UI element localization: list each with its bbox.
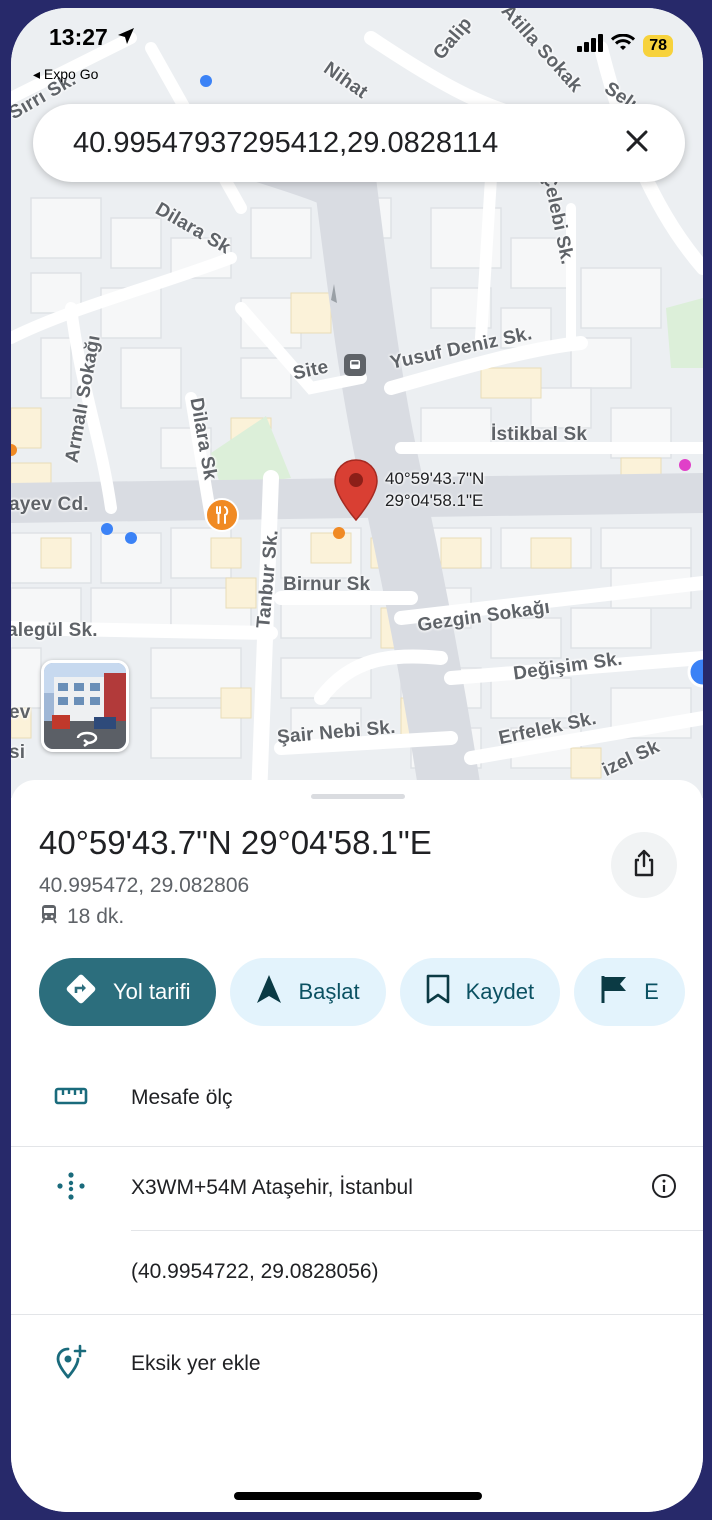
add-missing-place-label: Eksik yer ekle xyxy=(131,1352,261,1375)
search-bar[interactable]: 40.99547937295412,29.0828114 xyxy=(33,104,685,182)
divider xyxy=(11,1146,703,1147)
start-navigation-button[interactable]: Başlat xyxy=(230,958,386,1026)
street-label: ayev Cd. xyxy=(11,494,89,515)
plus-code-icon xyxy=(54,1169,88,1208)
time-text: 13:27 xyxy=(49,24,108,50)
street-label: Birnur Sk xyxy=(283,574,371,595)
pin-label-lat: 40°59'43.7"N xyxy=(385,469,485,488)
status-time: 13:27 xyxy=(49,24,136,52)
home-indicator[interactable] xyxy=(234,1492,482,1500)
start-label: Başlat xyxy=(298,979,360,1004)
save-label: Kaydet xyxy=(465,979,535,1004)
location-pin-icon[interactable] xyxy=(333,458,379,529)
restaurant-poi-icon[interactable] xyxy=(205,498,239,532)
precise-coordinates-text: (40.9954722, 29.0828056) xyxy=(131,1260,379,1283)
phone-screen: Galip Atilla Sokak Selı Nihat Sırrı Sk. … xyxy=(11,8,703,1512)
cellular-signal-icon xyxy=(577,34,604,57)
measure-distance-row[interactable]: Mesafe ölç xyxy=(11,1070,703,1126)
divider xyxy=(11,1314,703,1315)
street-label: İstikbal Sk xyxy=(491,424,588,445)
street-label: ev xyxy=(11,702,31,723)
wifi-icon xyxy=(611,33,636,57)
street-label: si xyxy=(11,742,26,763)
flag-icon xyxy=(600,974,628,1010)
save-button[interactable]: Kaydet xyxy=(399,958,561,1026)
close-icon xyxy=(625,129,649,158)
ruler-icon xyxy=(54,1085,88,1112)
directions-button[interactable]: Yol tarifi xyxy=(39,958,217,1026)
label-chip-text: E xyxy=(644,979,659,1004)
plus-code-text: X3WM+54M Ataşehir, İstanbul xyxy=(131,1176,413,1199)
street-view-thumbnail[interactable] xyxy=(41,660,129,752)
measure-distance-label: Mesafe ölç xyxy=(131,1086,233,1109)
add-missing-place-row[interactable]: Eksik yer ekle xyxy=(11,1336,703,1392)
pin-label-lng: 29°04'58.1"E xyxy=(385,491,484,510)
street-label: alegül Sk. xyxy=(11,620,98,641)
street-view-rotate-icon xyxy=(74,729,100,749)
place-details-sheet[interactable]: 40°59'43.7"N 29°04'58.1"E 40.995472, 29.… xyxy=(11,780,703,1512)
action-chips-viewport: Yol tarifi Başlat Kaydet E xyxy=(11,780,703,1060)
search-input[interactable]: 40.99547937295412,29.0828114 xyxy=(73,127,597,160)
info-icon[interactable] xyxy=(651,1173,677,1204)
map-view[interactable]: Galip Atilla Sokak Selı Nihat Sırrı Sk. … xyxy=(11,8,703,798)
add-place-icon xyxy=(54,1344,88,1385)
precise-coordinates-row[interactable]: (40.9954722, 29.0828056) xyxy=(11,1244,703,1300)
directions-label: Yol tarifi xyxy=(113,979,191,1004)
battery-indicator: 78 xyxy=(643,34,673,57)
status-indicators: 78 xyxy=(577,33,673,57)
divider xyxy=(131,1230,703,1231)
bookmark-icon xyxy=(426,974,450,1010)
directions-icon xyxy=(65,973,97,1011)
bus-stop-icon[interactable] xyxy=(344,354,366,376)
plus-code-row[interactable]: X3WM+54M Ataşehir, İstanbul xyxy=(11,1160,703,1216)
close-button[interactable] xyxy=(617,123,657,163)
navigation-arrow-icon xyxy=(256,974,282,1010)
location-arrow-icon xyxy=(116,25,136,52)
pin-label: 40°59'43.7"N 29°04'58.1"E xyxy=(385,468,484,512)
label-button[interactable]: E xyxy=(574,958,685,1026)
action-chips: Yol tarifi Başlat Kaydet E xyxy=(39,958,685,1026)
back-to-app-link[interactable]: ◂ Expo Go xyxy=(33,66,98,83)
